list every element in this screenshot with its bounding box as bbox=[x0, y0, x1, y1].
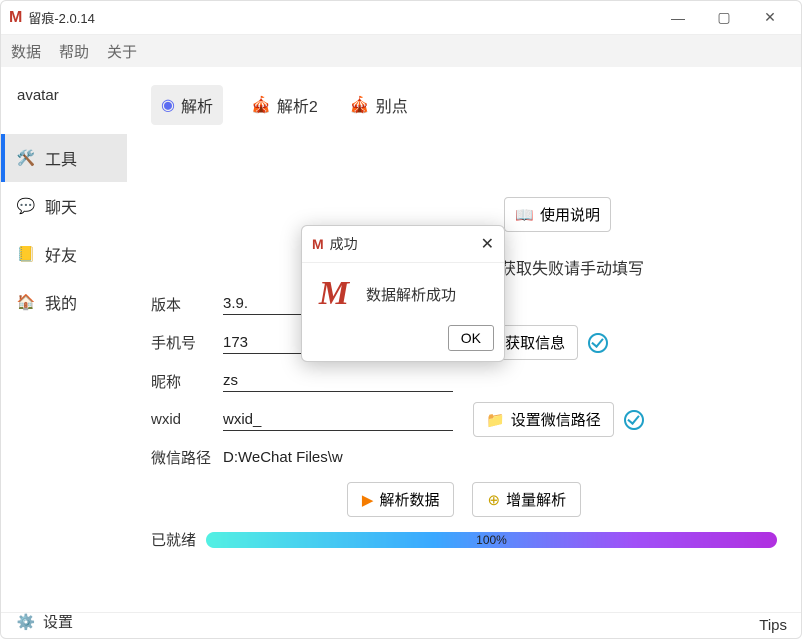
menu-data[interactable]: 数据 bbox=[11, 41, 41, 62]
tab-label: 别点 bbox=[376, 93, 408, 117]
sidebar-item-tools[interactable]: 🛠️ 工具 bbox=[1, 134, 127, 182]
action-row: ▶ 解析数据 ⊕ 增量解析 bbox=[151, 482, 777, 517]
get-info-label: 获取信息 bbox=[505, 332, 565, 353]
row-nick: 昵称 zs bbox=[151, 370, 777, 392]
sidebar-item-chat[interactable]: 💬 聊天 bbox=[1, 182, 127, 230]
titlebar: M 留痕-2.0.14 — ▢ ✕ bbox=[1, 1, 801, 35]
set-path-label: 设置微信路径 bbox=[511, 409, 601, 430]
dialog-ok-button[interactable]: OK bbox=[448, 325, 494, 351]
instructions-label: 使用说明 bbox=[540, 204, 600, 225]
tab-parse[interactable]: ◉ 解析 bbox=[151, 85, 223, 125]
row-path: 微信路径 D:WeChat Files\w bbox=[151, 447, 777, 468]
row-wxid: wxid wxid_ 📁 设置微信路径 bbox=[151, 402, 777, 437]
dialog-titlebar: M 成功 ✕ bbox=[302, 226, 504, 263]
parse-data-label: 解析数据 bbox=[379, 489, 439, 510]
tab-label: 解析2 bbox=[277, 93, 318, 117]
minimize-button[interactable]: — bbox=[655, 2, 701, 34]
dialog-message: 数据解析成功 bbox=[366, 284, 456, 305]
avatar[interactable]: avatar bbox=[1, 77, 127, 134]
dialog-title: 成功 bbox=[330, 234, 358, 254]
status-text: 已就绪 bbox=[151, 529, 196, 550]
dialog-app-icon: M bbox=[312, 275, 356, 313]
wxid-value[interactable]: wxid_ bbox=[223, 409, 453, 431]
check-icon bbox=[624, 410, 644, 430]
dialog-close-button[interactable]: ✕ bbox=[481, 234, 494, 254]
incremental-label: 增量解析 bbox=[506, 489, 566, 510]
set-path-button[interactable]: 📁 设置微信路径 bbox=[473, 402, 614, 437]
chat-icon: 💬 bbox=[17, 197, 35, 215]
dialog-body: M 数据解析成功 bbox=[302, 263, 504, 325]
statusbar: Tips bbox=[1, 612, 801, 638]
tab-parse2[interactable]: 🎪 解析2 bbox=[247, 85, 322, 125]
progress-bar: 100% bbox=[206, 532, 777, 548]
dialog-footer: OK bbox=[302, 325, 504, 361]
tab-row: ◉ 解析 🎪 解析2 🎪 别点 bbox=[151, 85, 777, 125]
incremental-parse-button[interactable]: ⊕ 增量解析 bbox=[472, 482, 581, 517]
app-logo-icon: M bbox=[9, 9, 22, 27]
menu-about[interactable]: 关于 bbox=[107, 41, 137, 62]
sidebar-item-label: 聊天 bbox=[45, 194, 77, 218]
parse-icon: ◉ bbox=[161, 95, 175, 115]
progress-text: 100% bbox=[476, 533, 507, 547]
parse-data-button[interactable]: ▶ 解析数据 bbox=[347, 482, 455, 517]
book-icon: 📖 bbox=[515, 206, 534, 224]
menu-help[interactable]: 帮助 bbox=[59, 41, 89, 62]
play-icon: ▶ bbox=[362, 491, 374, 509]
nick-value[interactable]: zs bbox=[223, 370, 453, 392]
dont-click-icon: 🎪 bbox=[350, 95, 370, 115]
parse2-icon: 🎪 bbox=[251, 95, 271, 115]
window-title: 留痕-2.0.14 bbox=[28, 8, 94, 27]
sidebar-item-mine[interactable]: 🏠 我的 bbox=[1, 278, 127, 326]
friends-icon: 📒 bbox=[17, 245, 35, 263]
check-icon bbox=[588, 333, 608, 353]
path-label: 微信路径 bbox=[151, 447, 223, 468]
tab-dont-click[interactable]: 🎪 别点 bbox=[346, 85, 412, 125]
close-button[interactable]: ✕ bbox=[747, 2, 793, 34]
version-label: 版本 bbox=[151, 294, 223, 315]
menubar: 数据 帮助 关于 bbox=[1, 35, 801, 67]
tab-label: 解析 bbox=[181, 93, 213, 117]
phone-label: 手机号 bbox=[151, 332, 223, 353]
sidebar-item-label: 好友 bbox=[45, 242, 77, 266]
sidebar-item-label: 工具 bbox=[45, 146, 77, 170]
home-icon: 🏠 bbox=[17, 293, 35, 311]
success-dialog: M 成功 ✕ M 数据解析成功 OK bbox=[301, 225, 505, 362]
path-value[interactable]: D:WeChat Files\w bbox=[223, 447, 453, 468]
sidebar: avatar 🛠️ 工具 💬 聊天 📒 好友 🏠 我的 ⚙️ 设置 bbox=[1, 67, 127, 612]
plus-circle-icon: ⊕ bbox=[487, 491, 500, 509]
tips-link[interactable]: Tips bbox=[759, 617, 787, 634]
sidebar-item-label: 我的 bbox=[45, 290, 77, 314]
maximize-button[interactable]: ▢ bbox=[701, 2, 747, 34]
progress-row: 已就绪 100% bbox=[151, 529, 777, 550]
sidebar-item-friends[interactable]: 📒 好友 bbox=[1, 230, 127, 278]
dialog-logo-icon: M bbox=[312, 236, 324, 252]
instructions-button[interactable]: 📖 使用说明 bbox=[504, 197, 611, 232]
tools-icon: 🛠️ bbox=[17, 149, 35, 167]
nick-label: 昵称 bbox=[151, 371, 223, 392]
folder-icon: 📁 bbox=[486, 411, 505, 429]
app-window: M 留痕-2.0.14 — ▢ ✕ 数据 帮助 关于 avatar 🛠️ 工具 … bbox=[0, 0, 802, 639]
wxid-label: wxid bbox=[151, 411, 223, 428]
